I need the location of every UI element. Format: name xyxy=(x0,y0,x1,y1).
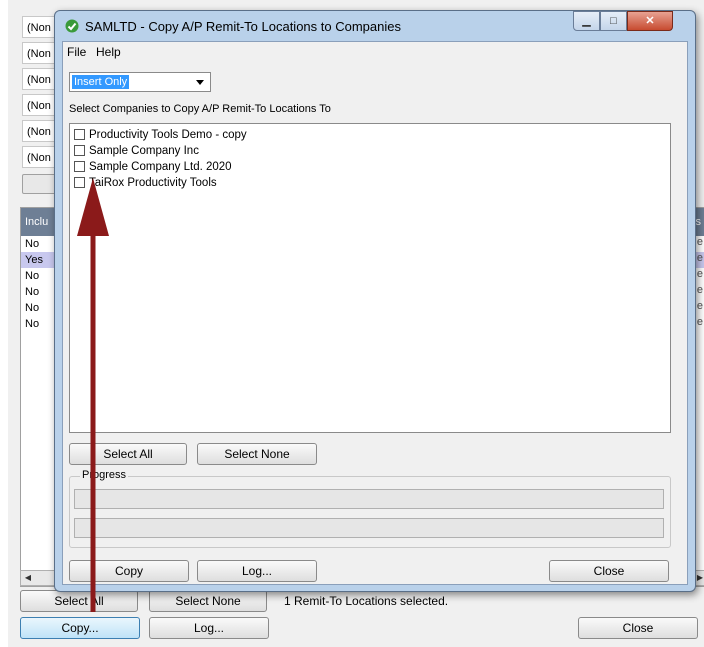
arrow-head xyxy=(77,178,109,236)
annotation-arrow xyxy=(77,178,109,612)
